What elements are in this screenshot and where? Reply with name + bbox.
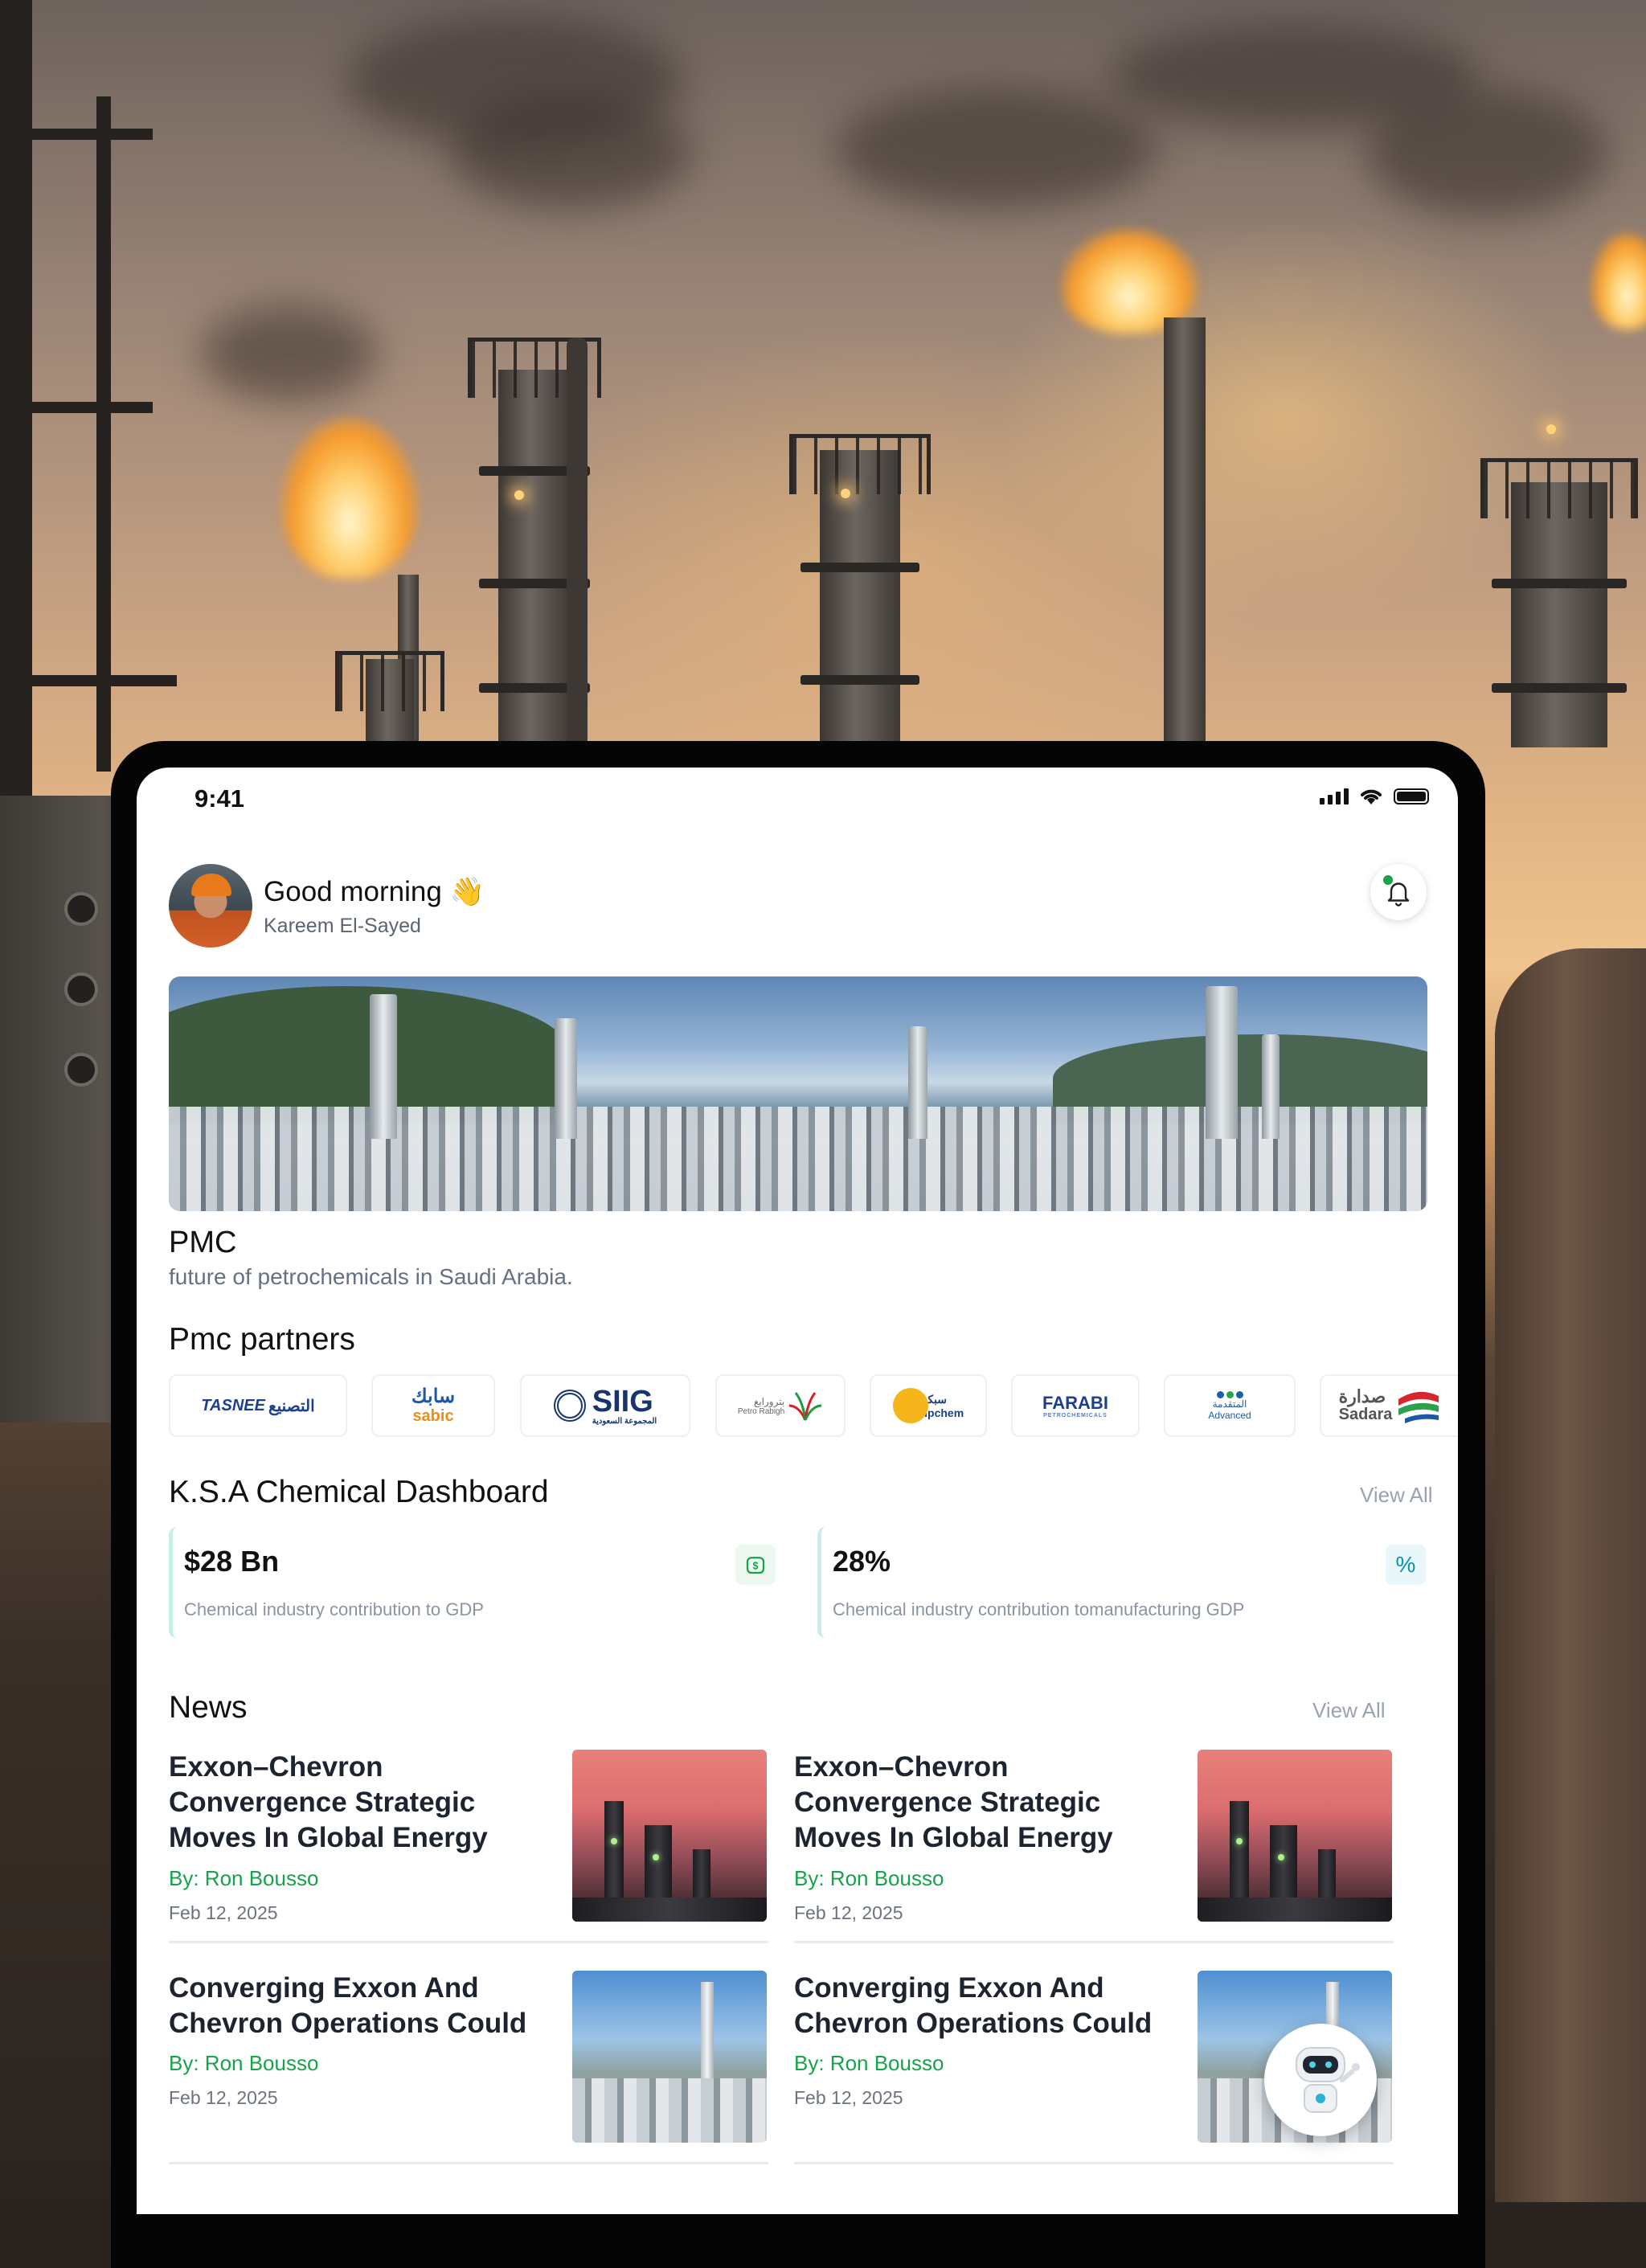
pipe <box>567 338 588 747</box>
worker-silhouette <box>1495 948 1646 2202</box>
news-card[interactable]: Exxon–Chevron Convergence Strategic Move… <box>794 1750 1394 1943</box>
news-card[interactable]: Exxon–Chevron Convergence Strategic Move… <box>169 1750 768 1943</box>
news-author: By: Ron Bousso <box>794 2051 944 2075</box>
siig-emblem-icon <box>553 1390 586 1422</box>
partner-logo-sipchem[interactable]: سبكيم Sipchem <box>870 1374 987 1437</box>
advanced-dots-icon <box>1216 1390 1243 1398</box>
stat-card-manufacturing[interactable]: 28% Chemical industry contribution toman… <box>817 1527 1428 1638</box>
app-screen: 9:41 Good morning 👋 Kareem El-Sayed PMC … <box>137 768 1458 2214</box>
greeting-block: Good morning 👋 Kareem El-Sayed <box>169 864 485 948</box>
status-time: 9:41 <box>194 784 245 813</box>
distillation-column <box>1480 458 1638 747</box>
news-date: Feb 12, 2025 <box>169 2087 278 2108</box>
partners-row: TASNEE التصنيع سابك sabic SIIG المجموعة … <box>169 1374 1458 1439</box>
sadara-mark-icon <box>1398 1391 1439 1423</box>
partner-logo-tasnee[interactable]: TASNEE التصنيع <box>169 1374 347 1437</box>
stat-label: Chemical industry contribution to GDP <box>184 1599 484 1619</box>
hero-title: PMC <box>169 1226 237 1259</box>
smoke-cloud <box>1366 88 1607 217</box>
partner-logo-petro-rabigh[interactable]: بترورابغ Petro Rabigh <box>715 1374 846 1437</box>
stat-label: Chemical industry contribution tomanufac… <box>833 1599 1245 1619</box>
wifi-icon <box>1361 789 1382 804</box>
petro-rabigh-mark-icon <box>789 1392 822 1421</box>
news-headline: Converging Exxon And Chevron Operations … <box>794 1972 1153 2039</box>
news-view-all-link[interactable]: View All <box>1312 1698 1386 1723</box>
percent-icon: % <box>1386 1545 1426 1585</box>
svg-text:$: $ <box>753 1561 759 1572</box>
sipchem-sun-icon <box>892 1388 928 1423</box>
lamp <box>514 490 524 500</box>
smoke-cloud <box>201 305 378 402</box>
news-author: By: Ron Bousso <box>794 1866 944 1890</box>
hero-subtitle: future of petrochemicals in Saudi Arabia… <box>169 1264 573 1289</box>
divider <box>169 2162 768 2164</box>
news-date: Feb 12, 2025 <box>794 2087 903 2108</box>
assistant-button[interactable] <box>1264 2024 1377 2136</box>
avatar[interactable] <box>169 864 252 948</box>
user-name: Kareem El-Sayed <box>264 914 421 937</box>
status-icons <box>1320 787 1429 806</box>
scaffold <box>96 96 111 772</box>
scaffold <box>0 129 153 140</box>
flare-flame <box>1591 233 1646 330</box>
divider <box>794 2162 1394 2164</box>
hero-banner-image <box>169 976 1427 1211</box>
divider <box>169 1941 768 1943</box>
lamp <box>841 489 850 498</box>
partner-logo-advanced[interactable]: المتقدمة Advanced <box>1164 1374 1296 1437</box>
distillation-column <box>789 434 931 747</box>
news-thumbnail <box>572 1750 767 1922</box>
distillation-column <box>468 338 601 747</box>
stat-card-gdp[interactable]: $28 Bn Chemical industry contribution to… <box>169 1527 780 1638</box>
greeting-text: Good morning 👋 <box>264 875 485 907</box>
status-bar: 9:41 <box>137 768 1458 832</box>
partner-logo-sadara[interactable]: صدارة Sadara <box>1320 1374 1458 1437</box>
partners-title: Pmc partners <box>169 1322 355 1357</box>
news-headline: Exxon–Chevron Convergence Strategic Move… <box>169 1751 488 1853</box>
stat-value: 28% <box>833 1545 891 1578</box>
smoke-cloud <box>450 96 691 209</box>
lamp <box>1546 424 1556 434</box>
news-date: Feb 12, 2025 <box>169 1902 278 1923</box>
news-author: By: Ron Bousso <box>169 1866 319 1890</box>
smoke-cloud <box>836 88 1157 209</box>
partner-logo-farabi[interactable]: FARABI PETROCHEMICALS <box>1011 1374 1140 1437</box>
news-title: News <box>169 1690 248 1725</box>
distillation-column <box>335 651 444 747</box>
partner-logo-siig[interactable]: SIIG المجموعة السعودية <box>520 1374 690 1437</box>
money-icon: $ <box>735 1545 776 1585</box>
robot-icon <box>1296 2047 1360 2113</box>
partner-logo-sabic[interactable]: سابك sabic <box>371 1374 495 1437</box>
news-date: Feb 12, 2025 <box>794 1902 903 1923</box>
news-headline: Converging Exxon And Chevron Operations … <box>169 1972 527 2039</box>
scaffold <box>0 675 177 686</box>
stat-value: $28 Bn <box>184 1545 280 1578</box>
dashboard-title: K.S.A Chemical Dashboard <box>169 1475 549 1509</box>
notification-dot <box>1383 875 1393 885</box>
news-author: By: Ron Bousso <box>169 2051 319 2075</box>
flare-flame <box>281 418 418 579</box>
news-thumbnail <box>1198 1750 1392 1922</box>
divider <box>794 1941 1394 1943</box>
scaffold <box>0 402 153 413</box>
news-thumbnail <box>572 1971 767 2143</box>
notification-button[interactable] <box>1370 864 1427 920</box>
battery-icon <box>1394 788 1429 804</box>
news-card[interactable]: Converging Exxon And Chevron Operations … <box>169 1971 768 2164</box>
dashboard-view-all-link[interactable]: View All <box>1360 1483 1433 1508</box>
signal-icon <box>1320 788 1349 804</box>
news-headline: Exxon–Chevron Convergence Strategic Move… <box>794 1751 1113 1853</box>
flare-stack <box>1164 317 1206 743</box>
